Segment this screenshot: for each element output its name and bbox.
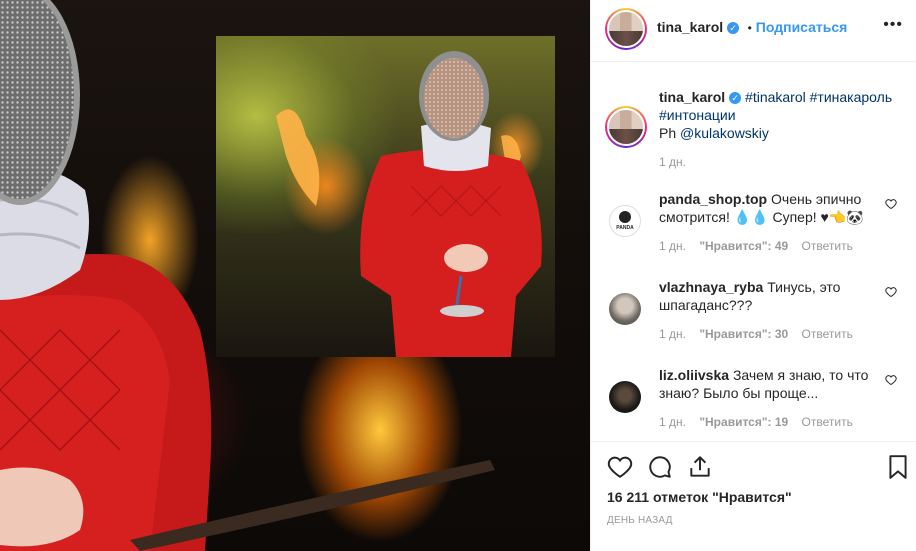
post-side-panel: tina_karol ✓ • Подписаться ••• tina_karol ✓… <box>590 0 916 551</box>
comment-text-1: panda_shop.top Очень эпично смотрится! 💧… <box>659 190 869 226</box>
comment-text-2: vlazhnaya_ryba Тинусь, это шпагаданс??? <box>659 278 869 314</box>
post-header: tina_karol ✓ • Подписаться ••• <box>591 0 916 62</box>
author-username[interactable]: tina_karol <box>657 19 723 35</box>
comment-time[interactable]: 1 дн. <box>659 415 686 429</box>
post-date[interactable]: ДЕНЬ НАЗАД <box>607 515 673 526</box>
hashtag[interactable]: #интонации <box>659 107 736 123</box>
inset-photo <box>216 36 555 357</box>
author-avatar[interactable] <box>605 8 647 50</box>
comment-like-icon[interactable] <box>885 286 897 298</box>
comment-meta-1: 1 дн. "Нравится": 49 Ответить <box>659 239 853 253</box>
comment-text-3: liz.oliivska Зачем я знаю, то что знаю? … <box>659 366 869 402</box>
comment-like-icon[interactable] <box>885 374 897 386</box>
reply-button[interactable]: Ответить <box>802 327 853 341</box>
comment-like-icon[interactable] <box>885 198 897 210</box>
post-actions: 16 211 отметок "Нравится" ДЕНЬ НАЗАД <box>591 441 916 551</box>
comment-username[interactable]: panda_shop.top <box>659 191 767 207</box>
comment-username[interactable]: vlazhnaya_ryba <box>659 279 763 295</box>
comment-time[interactable]: 1 дн. <box>659 327 686 341</box>
likes-count[interactable]: 16 211 отметок "Нравится" <box>607 489 792 505</box>
more-options-icon[interactable]: ••• <box>883 16 903 34</box>
comment-meta-3: 1 дн. "Нравится": 19 Ответить <box>659 415 853 429</box>
comment-username[interactable]: liz.oliivska <box>659 367 729 383</box>
comment-meta-2: 1 дн. "Нравится": 30 Ответить <box>659 327 853 341</box>
comment-likes[interactable]: "Нравится": 19 <box>699 415 788 429</box>
check-badge-icon: ✓ <box>727 21 740 34</box>
follow-button[interactable]: Подписаться <box>756 19 848 35</box>
comment-time[interactable]: 1 дн. <box>659 239 686 253</box>
hashtag[interactable]: #тинакароль <box>810 89 892 105</box>
comment-likes[interactable]: "Нравится": 30 <box>699 327 788 341</box>
commenter-avatar[interactable]: PANDA <box>609 205 641 237</box>
fencer-figure-small <box>276 51 542 357</box>
commenter-avatar[interactable] <box>609 293 641 325</box>
panda-logo-text: PANDA <box>616 225 634 231</box>
reply-button[interactable]: Ответить <box>802 239 853 253</box>
credit-mention[interactable]: @kulakowskiy <box>680 125 769 141</box>
commenter-avatar[interactable] <box>609 381 641 413</box>
photo-credit-prefix: Ph <box>659 125 677 141</box>
hashtag[interactable]: #tinakarol <box>745 89 806 105</box>
caption-avatar[interactable] <box>605 106 647 148</box>
caption-time[interactable]: 1 дн. <box>659 155 686 169</box>
caption: tina_karol ✓ #tinakarol #тинакароль #инто… <box>659 88 904 142</box>
dot-separator: • <box>747 21 752 35</box>
reply-button[interactable]: Ответить <box>802 415 853 429</box>
caption-username[interactable]: tina_karol <box>659 89 725 105</box>
heart-icon[interactable] <box>607 454 633 480</box>
bookmark-icon[interactable] <box>887 454 909 480</box>
comment-likes[interactable]: "Нравится": 49 <box>699 239 788 253</box>
share-icon[interactable] <box>687 454 713 480</box>
post-photo[interactable] <box>0 0 590 551</box>
header-user-row: tina_karol ✓ • Подписаться <box>657 19 847 37</box>
check-badge-icon: ✓ <box>729 92 742 105</box>
comment-icon[interactable] <box>647 454 673 480</box>
